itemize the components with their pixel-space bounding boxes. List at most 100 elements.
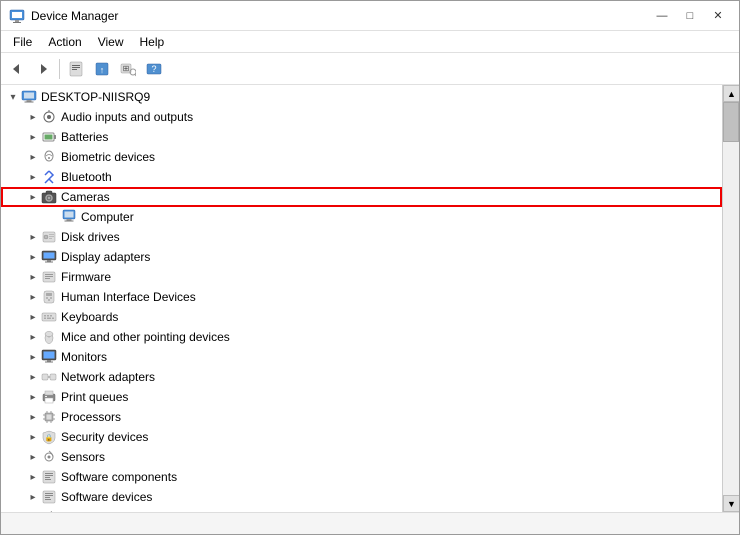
icon-biometric — [41, 149, 57, 165]
scrollbar-thumb[interactable] — [723, 102, 739, 142]
scroll-down-button[interactable]: ▼ — [723, 495, 739, 512]
tree-item-network[interactable]: ▸ Network adapters — [1, 367, 722, 387]
root-expander[interactable]: ▾ — [5, 89, 21, 105]
scroll-up-button[interactable]: ▲ — [723, 85, 739, 102]
label-cameras: Cameras — [61, 190, 110, 204]
label-audio: Audio inputs and outputs — [61, 110, 193, 124]
label-hid: Human Interface Devices — [61, 290, 196, 304]
expander-hid[interactable]: ▸ — [25, 289, 41, 305]
icon-display — [41, 249, 57, 265]
label-monitors: Monitors — [61, 350, 107, 364]
forward-button[interactable] — [31, 57, 55, 81]
tree-item-firmware[interactable]: ▸ Firmware — [1, 267, 722, 287]
tree-root[interactable]: ▾ DESKTOP-NIISRQ9 — [1, 87, 722, 107]
tree-item-security[interactable]: ▸ 🔒 Security devices — [1, 427, 722, 447]
tree-item-bluetooth[interactable]: ▸ Bluetooth — [1, 167, 722, 187]
scan-button[interactable]: ⊞ — [116, 57, 140, 81]
scrollbar-thumb-area[interactable] — [723, 102, 739, 495]
tree-item-software-devices[interactable]: ▸ Software devices — [1, 487, 722, 507]
computer-properties-button[interactable] — [64, 57, 88, 81]
tree-item-biometric[interactable]: ▸ Biometric devices — [1, 147, 722, 167]
tree-item-monitors[interactable]: ▸ Monitors — [1, 347, 722, 367]
expander-mice[interactable]: ▸ — [25, 329, 41, 345]
icon-processors — [41, 409, 57, 425]
label-security: Security devices — [61, 430, 148, 444]
vertical-scrollbar[interactable]: ▲ ▼ — [722, 85, 739, 512]
back-icon — [9, 61, 25, 77]
update-icon: ↑ — [94, 61, 110, 77]
title-bar-controls: — □ ✕ — [649, 6, 731, 26]
label-firmware: Firmware — [61, 270, 111, 284]
tree-item-hid[interactable]: ▸ Human Interface Devices — [1, 287, 722, 307]
update-driver-button[interactable]: ↑ — [90, 57, 114, 81]
label-sensors: Sensors — [61, 450, 105, 464]
expander-software-components[interactable]: ▸ — [25, 469, 41, 485]
tree-item-disk[interactable]: ▸ Disk drives — [1, 227, 722, 247]
icon-software-devices — [41, 489, 57, 505]
title-bar: Device Manager — □ ✕ — [1, 1, 739, 31]
device-manager-window: Device Manager — □ ✕ File Action View He… — [0, 0, 740, 535]
expander-security[interactable]: ▸ — [25, 429, 41, 445]
label-mice: Mice and other pointing devices — [61, 330, 230, 344]
expander-cameras[interactable]: ▸ — [25, 189, 41, 205]
forward-icon — [35, 61, 51, 77]
tree-item-processors[interactable]: ▸ Processors — [1, 407, 722, 427]
content-area: ▾ DESKTOP-NIISRQ9 ▸ Audio inputs and out… — [1, 85, 739, 512]
menu-file[interactable]: File — [5, 33, 40, 51]
expander-sensors[interactable]: ▸ — [25, 449, 41, 465]
label-print: Print queues — [61, 390, 128, 404]
tree-item-batteries[interactable]: ▸ Batteries — [1, 127, 722, 147]
icon-print — [41, 389, 57, 405]
expander-display[interactable]: ▸ — [25, 249, 41, 265]
title-bar-left: Device Manager — [9, 8, 118, 24]
tree-item-mice[interactable]: ▸ Mice and other pointing devices — [1, 327, 722, 347]
menu-bar: File Action View Help — [1, 31, 739, 53]
label-processors: Processors — [61, 410, 121, 424]
tree-item-print[interactable]: ▸ Print queues — [1, 387, 722, 407]
close-button[interactable]: ✕ — [705, 6, 731, 26]
back-button[interactable] — [5, 57, 29, 81]
icon-network — [41, 369, 57, 385]
tree-panel[interactable]: ▾ DESKTOP-NIISRQ9 ▸ Audio inputs and out… — [1, 85, 722, 512]
minimize-button[interactable]: — — [649, 6, 675, 26]
icon-security: 🔒 — [41, 429, 57, 445]
icon-computer — [61, 209, 77, 225]
svg-text:?: ? — [151, 64, 156, 74]
tree-item-sensors[interactable]: ▸ Sensors — [1, 447, 722, 467]
icon-bluetooth — [41, 169, 57, 185]
help-button[interactable]: ? — [142, 57, 166, 81]
icon-sensors — [41, 449, 57, 465]
expander-biometric[interactable]: ▸ — [25, 149, 41, 165]
tree-item-display[interactable]: ▸ Display adapters — [1, 247, 722, 267]
expander-network[interactable]: ▸ — [25, 369, 41, 385]
menu-help[interactable]: Help — [132, 33, 173, 51]
toolbar-sep-1 — [59, 59, 60, 79]
expander-processors[interactable]: ▸ — [25, 409, 41, 425]
expander-monitors[interactable]: ▸ — [25, 349, 41, 365]
expander-audio[interactable]: ▸ — [25, 109, 41, 125]
icon-batteries — [41, 129, 57, 145]
expander-computer[interactable] — [45, 209, 61, 225]
icon-software-components — [41, 469, 57, 485]
expander-disk[interactable]: ▸ — [25, 229, 41, 245]
label-biometric: Biometric devices — [61, 150, 155, 164]
expander-bluetooth[interactable]: ▸ — [25, 169, 41, 185]
tree-item-computer[interactable]: Computer — [1, 207, 722, 227]
icon-audio — [41, 109, 57, 125]
tree-item-audio[interactable]: ▸ Audio inputs and outputs — [1, 107, 722, 127]
label-disk: Disk drives — [61, 230, 120, 244]
tree-item-cameras[interactable]: ▸ Cameras — [1, 187, 722, 207]
svg-text:🔒: 🔒 — [45, 434, 54, 442]
label-computer: Computer — [81, 210, 134, 224]
expander-print[interactable]: ▸ — [25, 389, 41, 405]
expander-batteries[interactable]: ▸ — [25, 129, 41, 145]
expander-firmware[interactable]: ▸ — [25, 269, 41, 285]
expander-software-devices[interactable]: ▸ — [25, 489, 41, 505]
maximize-button[interactable]: □ — [677, 6, 703, 26]
expander-keyboards[interactable]: ▸ — [25, 309, 41, 325]
menu-action[interactable]: Action — [40, 33, 89, 51]
computer-icon — [21, 89, 37, 105]
tree-item-software-components[interactable]: ▸ Software components — [1, 467, 722, 487]
menu-view[interactable]: View — [90, 33, 132, 51]
tree-item-keyboards[interactable]: ▸ Keyboards — [1, 307, 722, 327]
